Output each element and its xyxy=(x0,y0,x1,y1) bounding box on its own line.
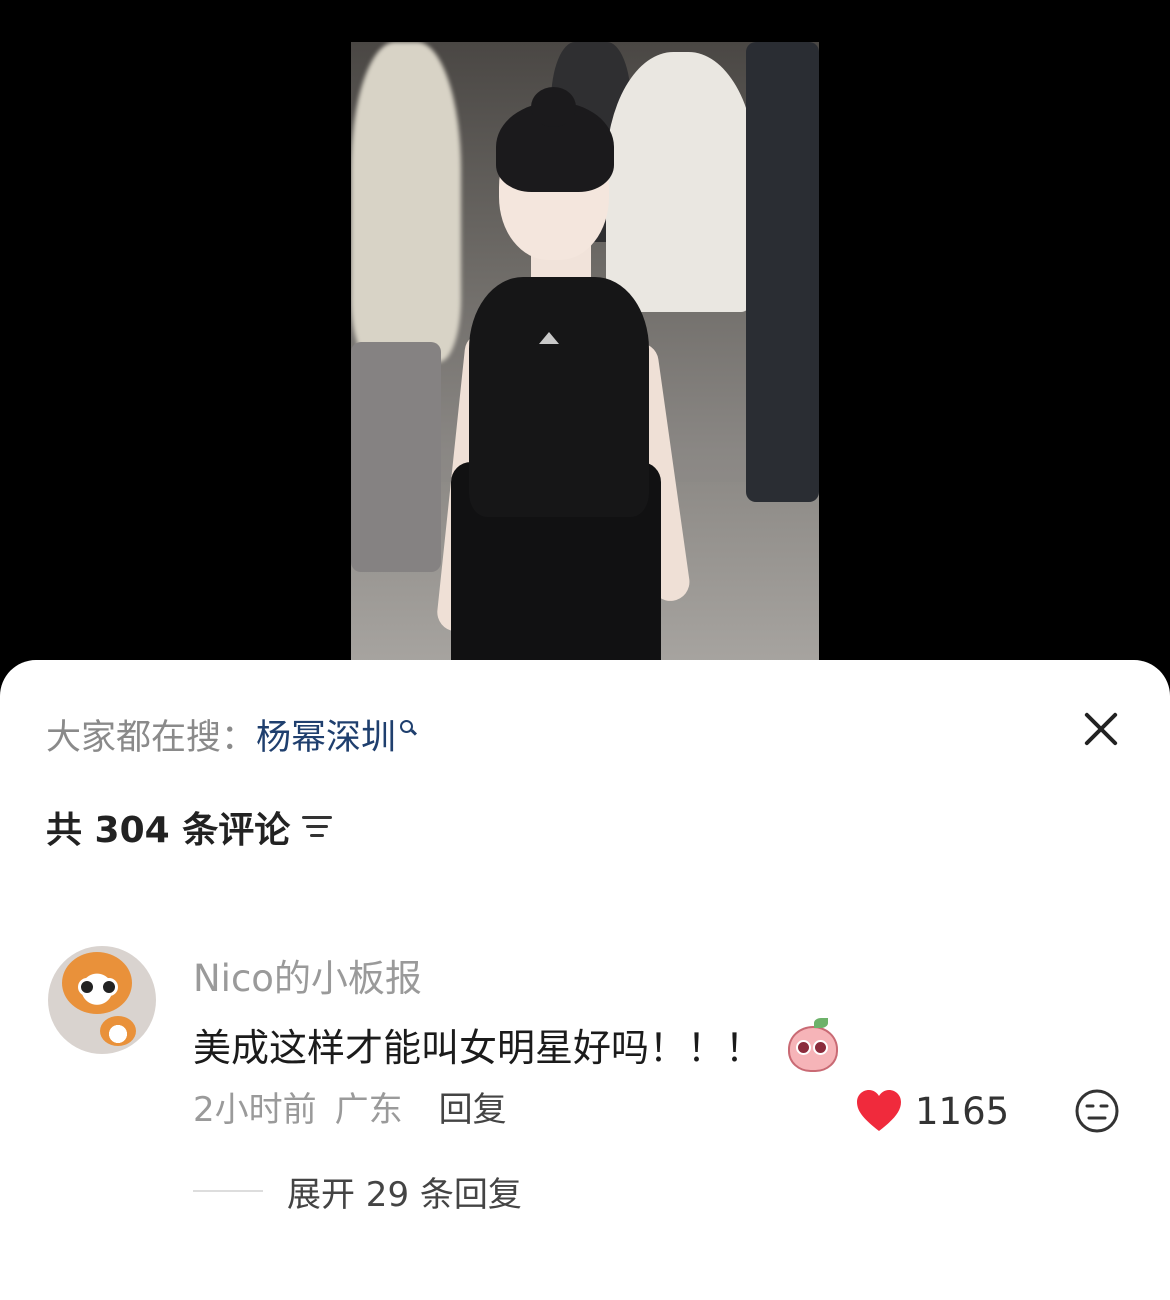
expand-replies-label: 展开 29 条回复 xyxy=(287,1174,522,1215)
avatar-tiger-figure xyxy=(62,952,132,1014)
photo-bg-person xyxy=(746,42,819,502)
search-suggestion[interactable]: 大家都在搜：杨幂深圳 xyxy=(46,716,416,760)
expand-replies-button[interactable]: 展开 29 条回复 xyxy=(193,1168,522,1215)
comment-time: 2小时前 xyxy=(193,1090,317,1130)
avatar[interactable] xyxy=(48,946,156,1054)
search-suggestion-keyword[interactable]: 杨幂深圳 xyxy=(256,718,396,758)
comments-count-row: 共 304 条评论 xyxy=(46,804,336,851)
heart-icon xyxy=(857,1090,901,1131)
sort-filter-icon[interactable] xyxy=(302,812,336,842)
screen: 大家都在搜：杨幂深圳 共 304 条评论 Nico的小板报 美成这样才能叫女明星… xyxy=(0,0,1170,1300)
close-icon[interactable] xyxy=(1076,704,1126,754)
like-count: 1165 xyxy=(915,1089,1010,1133)
comment-meta: 2小时前 广东 回复 xyxy=(193,1088,507,1132)
photo-bg-person xyxy=(351,42,461,362)
photo-figure-bun xyxy=(531,87,576,127)
search-suggestion-prefix: 大家都在搜： xyxy=(46,718,257,758)
meh-face-icon[interactable] xyxy=(1074,1088,1120,1134)
post-photo[interactable] xyxy=(351,42,819,672)
photo-bg-person xyxy=(606,52,756,312)
comment-text: 美成这样才能叫女明星好吗！！！ xyxy=(193,1026,764,1070)
avatar-tiger-figure-small xyxy=(100,1016,136,1046)
comment-location: 广东 xyxy=(334,1090,403,1130)
peach-emoji-icon xyxy=(786,1018,838,1072)
like-button[interactable]: 1165 xyxy=(855,1086,1009,1136)
comments-count: 共 304 条评论 xyxy=(46,810,291,851)
search-icon xyxy=(398,716,416,738)
photo-bg-person-legs xyxy=(351,342,441,572)
reply-button[interactable]: 回复 xyxy=(439,1088,507,1132)
divider xyxy=(193,1190,263,1192)
photo-figure-dress xyxy=(469,277,649,517)
comment-username[interactable]: Nico的小板报 xyxy=(193,956,422,1002)
photo-dress-logo xyxy=(539,332,559,344)
